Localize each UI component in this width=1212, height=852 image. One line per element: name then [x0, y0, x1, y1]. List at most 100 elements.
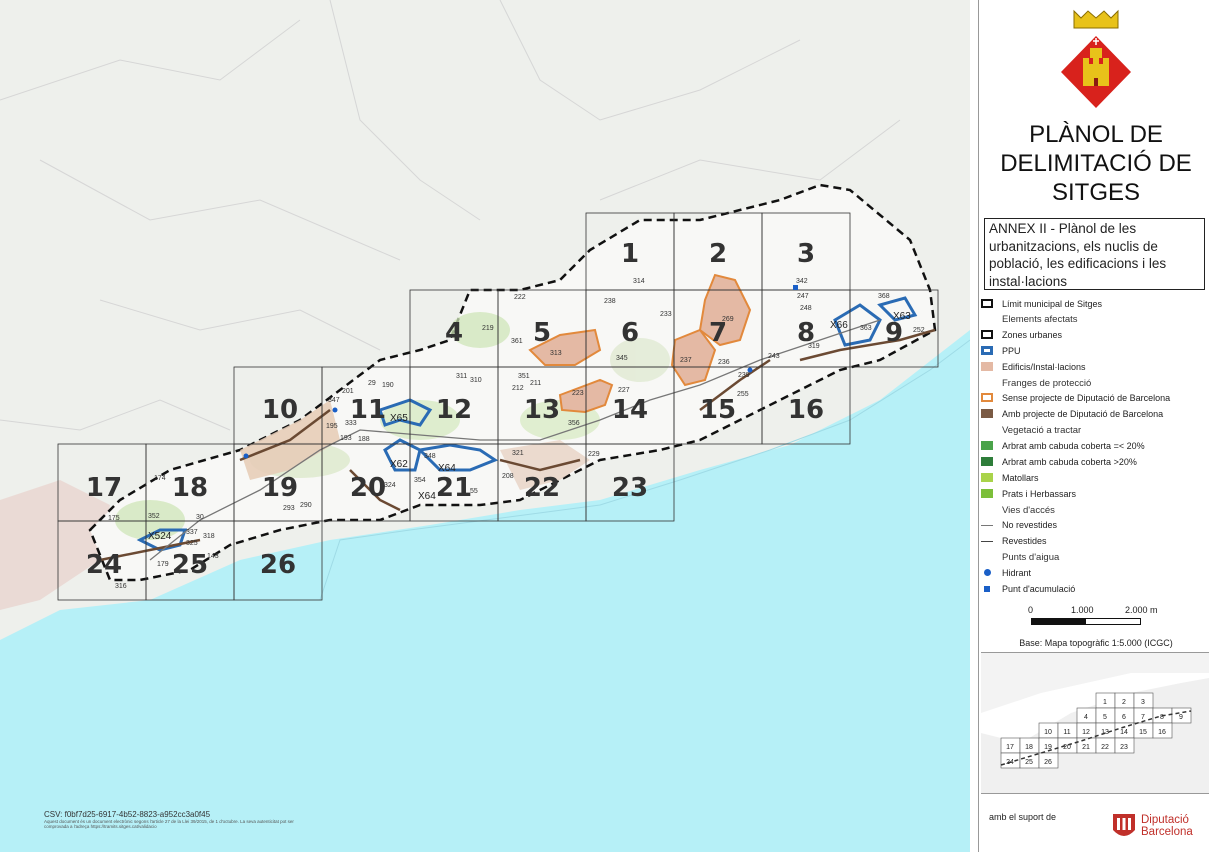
- site-number: 269: [722, 316, 734, 323]
- csv-note: Aquest document és un document electròni…: [44, 818, 294, 830]
- site-number: 179: [157, 561, 169, 568]
- site-number: 201: [342, 388, 354, 395]
- site-number: 143: [207, 553, 219, 560]
- svg-text:23: 23: [1120, 744, 1128, 751]
- grass-swatch-icon: [981, 489, 993, 498]
- legend-trees-high: Arbrat amb cabuda coberta >20%: [981, 457, 1137, 467]
- svg-text:9: 9: [1179, 714, 1183, 721]
- trees-high-swatch-icon: [981, 457, 993, 466]
- site-number: 368: [878, 293, 890, 300]
- coat-of-arms-logo: [1061, 9, 1131, 108]
- legend-scrub: Matollars: [981, 473, 1039, 483]
- index-map: 123 456789 10 11 12 13 14 15 16 17 18 19 20 21 22 23…: [981, 652, 1209, 794]
- site-number: 248: [800, 305, 812, 312]
- site-number: 255: [737, 391, 749, 398]
- legend: Límit municipal de Sitges Elements afect…: [979, 296, 1212, 606]
- sheet-number: 19: [262, 473, 298, 503]
- legend-heading: Vegetació a tractar: [1002, 425, 1082, 436]
- site-number: 252: [913, 327, 925, 334]
- legend-with-project: Amb projecte de Diputació de Barcelona: [981, 409, 1163, 419]
- base-map-note: Base: Mapa topogràfic 1:5.000 (ICGC): [1019, 638, 1173, 648]
- legend-heading: Elements afectats: [1002, 314, 1078, 325]
- svg-text:4: 4: [1084, 714, 1088, 721]
- scrub-swatch-icon: [981, 473, 993, 482]
- site-number: 223: [572, 390, 584, 397]
- site-number: 212: [512, 385, 524, 392]
- sheet-number: 5: [533, 318, 551, 348]
- page-title: PLÀNOL DE DELIMITACIÓ DE SITGES: [1000, 121, 1192, 206]
- legend-heading: Punts d'aigua: [1002, 552, 1060, 563]
- sheet-number: 20: [350, 473, 386, 503]
- svg-text:12: 12: [1082, 729, 1090, 736]
- svg-text:13: 13: [1101, 729, 1109, 736]
- site-number: 356: [568, 420, 580, 427]
- svg-text:5: 5: [1103, 714, 1107, 721]
- svg-text:18: 18: [1025, 744, 1033, 751]
- svg-text:25: 25: [1025, 759, 1033, 766]
- site-number: 175: [108, 515, 120, 522]
- legend-municipal-limit: Límit municipal de Sitges: [981, 299, 1102, 309]
- site-number: 239: [738, 372, 750, 379]
- legend-no-project: Sense projecte de Diputació de Barcelona: [981, 393, 1170, 403]
- support-text: amb el suport de: [989, 812, 1057, 822]
- storage-icon: [984, 586, 990, 592]
- no-project-swatch-icon: [981, 393, 993, 402]
- site-number: 290: [300, 502, 312, 509]
- site-number: 310: [470, 377, 482, 384]
- svg-text:17: 17: [1006, 744, 1014, 751]
- site-number: 208: [502, 473, 514, 480]
- sheet-number: 1: [621, 239, 639, 269]
- site-number: 345: [616, 355, 628, 362]
- ppu-swatch-icon: [981, 346, 993, 355]
- site-number: 347: [328, 397, 340, 404]
- site-number: 311: [456, 373, 467, 380]
- site-number: 29: [368, 380, 376, 387]
- site-number: 354: [414, 477, 426, 484]
- sheet-number: 9: [885, 318, 903, 348]
- site-number: 316: [115, 583, 127, 590]
- ppu-label: X62: [390, 459, 408, 470]
- svg-text:11: 11: [1063, 729, 1070, 736]
- legend-ppu: PPU: [981, 346, 1021, 356]
- building-swatch-icon: [981, 362, 993, 371]
- legend-storage: Punt d'acumulació: [984, 584, 1075, 594]
- svg-text:10: 10: [1044, 729, 1052, 736]
- sheet-number: 3: [797, 239, 815, 269]
- annex-description: ANNEX II - Plànol de les urbanitzacions,…: [984, 218, 1205, 290]
- svg-text:22: 22: [1101, 744, 1109, 751]
- legend-heading: Franges de protecció: [1002, 378, 1092, 389]
- ppu-label: X63: [893, 311, 911, 322]
- site-number: 293: [283, 505, 295, 512]
- legend-buildings: Edificis/Instal·lacions: [981, 362, 1086, 372]
- legend-grass: Prats i Herbassars: [981, 489, 1076, 499]
- trees-low-swatch-icon: [981, 441, 993, 450]
- svg-text:2: 2: [1122, 699, 1126, 706]
- site-number: 337: [186, 529, 198, 536]
- sheet-number: 14: [612, 395, 648, 425]
- sheet-number: 24: [86, 550, 122, 580]
- sheet-number: 23: [612, 473, 648, 503]
- site-number: 325: [186, 540, 198, 547]
- site-number: 193: [340, 435, 352, 442]
- site-number: 238: [604, 298, 616, 305]
- urban-swatch-icon: [981, 330, 993, 339]
- ppu-label: X64: [418, 491, 436, 502]
- site-number: 318: [203, 533, 215, 540]
- ppu-label: X65: [390, 413, 408, 424]
- site-number: 174: [154, 475, 166, 482]
- unpaved-line-icon: [981, 525, 993, 526]
- site-number: 233: [660, 311, 672, 318]
- sheet-number: 25: [172, 550, 208, 580]
- sheet-number: 18: [172, 473, 208, 503]
- svg-text:7: 7: [1141, 714, 1145, 721]
- diputacio-emblem-icon: [1113, 814, 1135, 836]
- site-number: 229: [588, 451, 600, 458]
- svg-text:26: 26: [1044, 759, 1052, 766]
- site-number: 324: [384, 482, 396, 489]
- sheet-number: 22: [524, 473, 560, 503]
- sheet-number: 6: [621, 318, 639, 348]
- map-area[interactable]: 1 2 3 4 5 6 7 8 9 10 11 12 13 14 15 16 1…: [0, 0, 970, 852]
- legend-heading: Vies d'accés: [1002, 505, 1055, 516]
- svg-text:1: 1: [1103, 699, 1107, 706]
- site-number: 319: [808, 343, 820, 350]
